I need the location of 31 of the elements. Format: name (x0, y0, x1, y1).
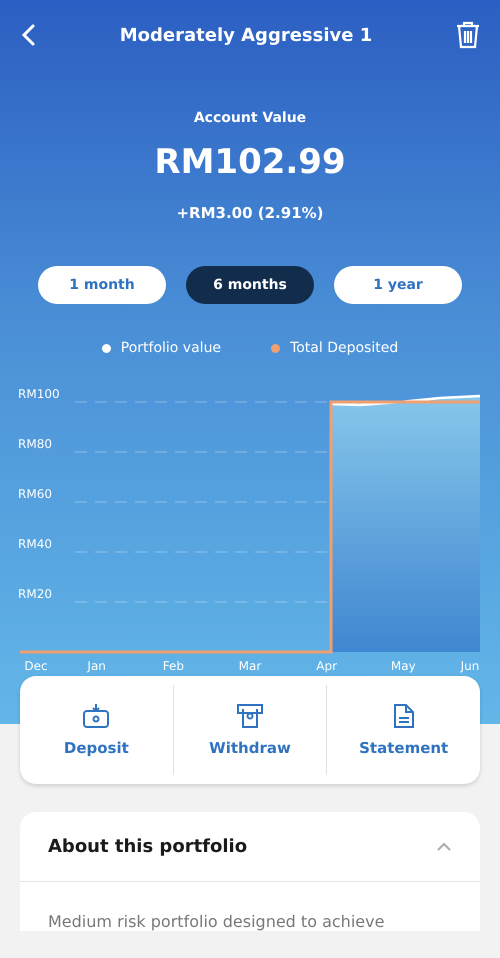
period-tab[interactable]: 6 months (186, 266, 314, 304)
legend-label: Portfolio value (120, 340, 222, 356)
axis-label: Feb (162, 659, 184, 673)
back-button[interactable] (20, 23, 36, 47)
value-change: +RM3.00 (2.91%) (176, 204, 324, 222)
deposit-icon (82, 703, 110, 729)
axis-label: Apr (316, 659, 338, 673)
action-button[interactable]: Withdraw (172, 685, 326, 775)
axis-label: Dec (24, 659, 48, 673)
action-button[interactable]: Deposit (20, 685, 173, 775)
axis-label: RM80 (18, 437, 52, 451)
axis-label: RM40 (18, 537, 52, 551)
axis-label: May (390, 659, 416, 673)
axis-label: RM60 (18, 487, 52, 501)
axis-label: RM100 (18, 387, 60, 401)
about-header[interactable]: About this portfolio (20, 812, 480, 882)
axis-label: Jan (87, 659, 106, 673)
axis-label: Mar (238, 659, 262, 673)
account-value: RM102.99 (154, 142, 346, 182)
trash-icon[interactable] (456, 21, 480, 49)
account-value-label: Account Value (194, 110, 306, 126)
period-tab[interactable]: 1 month (38, 266, 166, 304)
page-title: Moderately Aggressive 1 (120, 24, 372, 46)
document-icon (392, 703, 416, 729)
axis-label: Jun (460, 659, 480, 673)
legend-label: Total Deposited (290, 340, 398, 356)
period-tab[interactable]: 1 year (334, 266, 462, 304)
cash-machine-icon (236, 703, 264, 729)
about-text: Medium risk portfolio designed to achieve (47, 911, 386, 931)
action-button[interactable]: Statement (326, 685, 480, 775)
axis-label: RM20 (18, 587, 52, 601)
